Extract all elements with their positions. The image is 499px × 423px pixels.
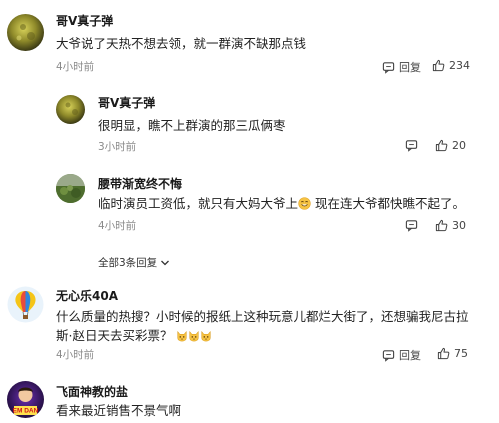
- cat-face-icon: [177, 331, 188, 342]
- comment-text: 大爷说了天热不想去领，就一群演不缺那点钱: [56, 36, 307, 51]
- like-button[interactable]: 20: [435, 139, 466, 152]
- avatar[interactable]: EM DAN: [7, 381, 44, 418]
- reply-username[interactable]: 哥V真子弹: [98, 96, 155, 110]
- avatar-image: [56, 174, 85, 203]
- avatar-image: [56, 95, 85, 124]
- smiling-face-icon: [298, 197, 311, 210]
- avatar-image: EM DAN: [7, 381, 44, 418]
- comment-bubble-icon: [405, 220, 418, 232]
- comment-text: 什么质量的热搜？小时候的报纸上这种玩意儿都烂大街了，还想骗我尼古拉斯·赵日天去买…: [56, 307, 476, 345]
- hot-air-balloon-avatar: [7, 286, 44, 323]
- reply-time: 4小时前: [98, 220, 137, 232]
- reply-text: 很明显，瞧不上群演的那三瓜俩枣: [98, 118, 286, 133]
- show-all-replies-button[interactable]: 全部3条回复: [98, 255, 170, 270]
- comment-username[interactable]: 无心乐40A: [56, 289, 118, 303]
- comment-username[interactable]: 飞面神教的盐: [56, 385, 128, 399]
- comment-username[interactable]: 哥V真子弹: [56, 14, 113, 28]
- comment-text: 看来最近销售不景气啊: [56, 403, 182, 418]
- reply-time: 3小时前: [98, 141, 137, 153]
- thumbs-up-icon: [435, 139, 448, 152]
- avatar[interactable]: [7, 286, 44, 323]
- like-button[interactable]: 234: [432, 59, 470, 72]
- like-button[interactable]: 30: [435, 219, 466, 232]
- avatar-image: [7, 14, 44, 51]
- cat-face-icon: [189, 331, 200, 342]
- comment-time: 4小时前: [56, 349, 95, 361]
- like-count: 30: [452, 219, 466, 232]
- thumbs-up-icon: [437, 347, 450, 360]
- comment-bubble-icon: [382, 61, 395, 74]
- like-button[interactable]: 75: [437, 347, 468, 360]
- like-count: 234: [449, 59, 470, 72]
- comment-time: 4小时前: [56, 61, 95, 73]
- reply-button[interactable]: 回复: [382, 59, 421, 75]
- reply-button[interactable]: [405, 219, 422, 232]
- reply-username[interactable]: 腰带渐宽终不悔: [98, 177, 182, 191]
- avatar-caption: EM DAN: [13, 408, 39, 415]
- reply-text-part: 临时演员工资低，就只有大妈大爷上: [98, 196, 299, 211]
- like-count: 20: [452, 139, 466, 152]
- show-all-replies-label: 全部3条回复: [98, 257, 158, 269]
- reply-text: 临时演员工资低，就只有大妈大爷上 现在连大爷都快瞧不起了。: [98, 194, 478, 213]
- cat-face-icon: [201, 331, 212, 342]
- comment-text-body: 什么质量的热搜？小时候的报纸上这种玩意儿都烂大街了，还想骗我尼古拉斯·赵日天去买…: [56, 309, 469, 343]
- comment-bubble-icon: [382, 349, 395, 362]
- avatar[interactable]: [7, 14, 44, 51]
- thumbs-up-icon: [435, 219, 448, 232]
- reply-button[interactable]: 回复: [382, 347, 421, 363]
- reply-button[interactable]: [405, 139, 422, 152]
- avatar[interactable]: [56, 95, 85, 124]
- comment-bubble-icon: [405, 140, 418, 152]
- avatar[interactable]: [56, 174, 85, 203]
- chevron-down-icon: [161, 260, 170, 265]
- reply-text-part: 现在连大爷都快瞧不起了。: [311, 196, 465, 211]
- reply-label: 回复: [399, 61, 421, 74]
- reply-label: 回复: [399, 349, 421, 362]
- thumbs-up-icon: [432, 59, 445, 72]
- like-count: 75: [454, 347, 468, 360]
